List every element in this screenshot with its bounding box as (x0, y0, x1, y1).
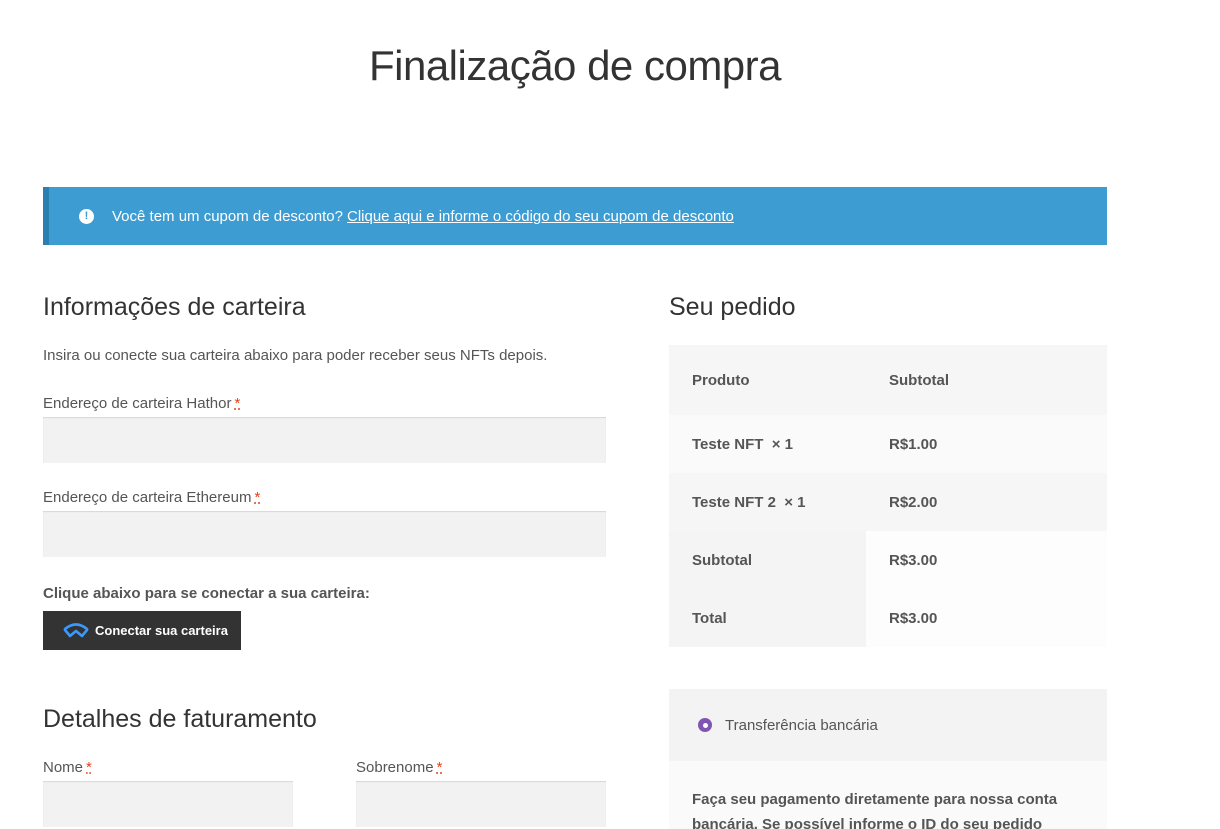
product-qty: × 1 (784, 493, 806, 511)
payment-methods: Transferência bancária Faça seu pagament… (669, 689, 1107, 829)
last-name-label-text: Sobrenome (356, 759, 434, 776)
required-mark: * (86, 759, 92, 776)
product-qty: × 1 (771, 435, 794, 453)
ethereum-label-text: Endereço de carteira Ethereum (43, 489, 252, 506)
subtotal-row: Subtotal R$3.00 (669, 531, 1107, 589)
required-mark: * (234, 395, 241, 412)
order-heading: Seu pedido (669, 293, 796, 321)
order-table: Produto Subtotal Teste NFT × 1 R$1.00 Te… (669, 345, 1107, 647)
product-name-text: Teste NFT 2 (692, 493, 776, 511)
table-row: Teste NFT 2 × 1 R$2.00 (669, 473, 1107, 531)
required-mark: * (254, 489, 261, 506)
table-row: Teste NFT × 1 R$1.00 (669, 415, 1107, 473)
subtotal-value: R$3.00 (866, 531, 1107, 589)
first-name-label-text: Nome (43, 759, 84, 776)
order-table-header: Produto Subtotal (669, 345, 1107, 415)
wallet-description: Insira ou conecte sua carteira abaixo pa… (43, 347, 548, 364)
hathor-label-text: Endereço de carteira Hathor (43, 395, 232, 412)
checkout-page: Finalização de compra ! Você tem um cupo… (0, 0, 1220, 829)
hathor-address-input[interactable] (43, 417, 606, 463)
info-icon: ! (79, 208, 94, 224)
ethereum-label: Endereço de carteira Ethereum * (43, 489, 260, 506)
total-label: Total (669, 589, 866, 647)
subtotal-label: Subtotal (669, 531, 866, 589)
required-mark: * (436, 759, 443, 776)
hathor-label: Endereço de carteira Hathor * (43, 395, 240, 412)
wallet-heading: Informações de carteira (43, 293, 306, 321)
product-name-text: Teste NFT (692, 435, 764, 453)
product-name: Teste NFT × 1 (669, 415, 866, 473)
total-row: Total R$3.00 (669, 589, 1107, 647)
page-title: Finalização de compra (368, 42, 782, 89)
payment-option-bank-transfer[interactable]: Transferência bancária (669, 689, 1107, 761)
last-name-input[interactable] (356, 781, 606, 827)
walletconnect-icon (63, 622, 89, 637)
connect-wallet-label: Conectar sua carteira (95, 623, 228, 638)
radio-selected-icon[interactable] (698, 718, 712, 732)
product-subtotal: R$2.00 (889, 493, 938, 511)
product-name: Teste NFT 2 × 1 (669, 473, 866, 531)
product-subtotal: R$1.00 (889, 435, 938, 453)
column-header-subtotal: Subtotal (889, 371, 949, 389)
last-name-label: Sobrenome * (356, 759, 442, 776)
connect-prompt: Clique abaixo para se conectar a sua car… (43, 585, 370, 602)
first-name-label: Nome * (43, 759, 92, 776)
coupon-notice-text: Você tem um cupom de desconto? (112, 207, 343, 225)
total-value: R$3.00 (866, 589, 1107, 647)
column-header-product: Produto (692, 371, 750, 389)
payment-description: Faça seu pagamento diretamente para noss… (669, 761, 1107, 829)
billing-heading: Detalhes de faturamento (43, 705, 317, 733)
ethereum-address-input[interactable] (43, 511, 606, 557)
connect-wallet-button[interactable]: Conectar sua carteira (43, 611, 241, 650)
coupon-notice: ! Você tem um cupom de desconto? Clique … (43, 187, 1107, 245)
coupon-link[interactable]: Clique aqui e informe o código do seu cu… (347, 208, 734, 225)
payment-method-label: Transferência bancária (725, 716, 878, 734)
first-name-input[interactable] (43, 781, 293, 827)
